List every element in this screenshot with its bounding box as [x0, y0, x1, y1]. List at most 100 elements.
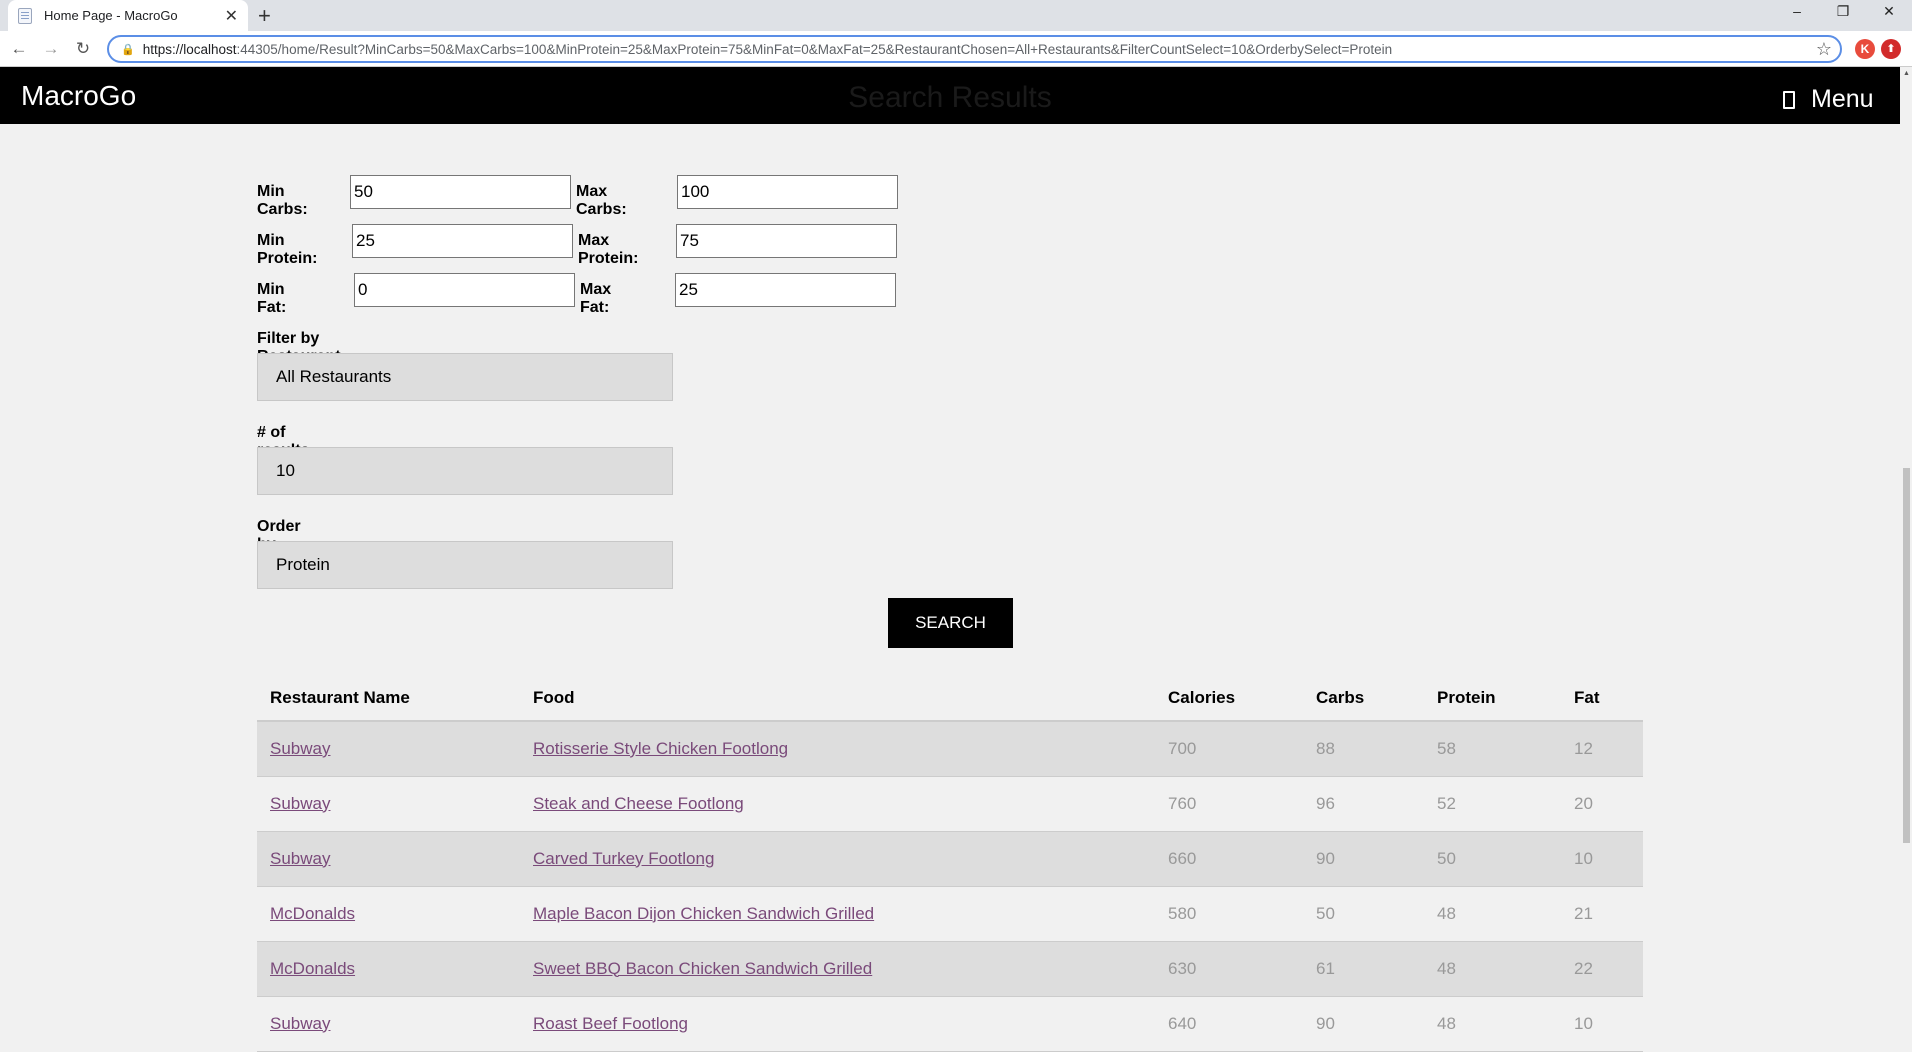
minimize-icon[interactable]: –	[1774, 0, 1820, 25]
table-header-row: Restaurant Name Food Calories Carbs Prot…	[257, 675, 1643, 722]
profile-extension-icon[interactable]: K	[1855, 39, 1875, 59]
restaurant-cell: Subway	[257, 776, 520, 832]
restaurant-cell: McDonalds	[257, 941, 520, 997]
restaurant-cell: Subway	[257, 721, 520, 777]
table-row: Subway Rotisserie Style Chicken Footlong…	[257, 721, 1643, 777]
menu-button[interactable]: Menu	[1783, 85, 1874, 114]
table-row: Subway Roast Beef Footlong 640 90 48 10	[257, 996, 1643, 1052]
food-link[interactable]: Roast Beef Footlong	[533, 1014, 688, 1033]
food-link[interactable]: Steak and Cheese Footlong	[533, 794, 744, 813]
min-fat-label: Min Fat:	[257, 281, 287, 316]
carbs-cell: 90	[1303, 996, 1424, 1052]
calories-cell: 630	[1155, 941, 1303, 997]
food-link[interactable]: Rotisserie Style Chicken Footlong	[533, 739, 788, 758]
bookmark-star-icon[interactable]: ☆	[1816, 39, 1832, 60]
scroll-up-arrow-icon[interactable]: ▲	[1903, 70, 1910, 77]
results-table: Restaurant Name Food Calories Carbs Prot…	[257, 675, 1643, 1052]
protein-cell: 48	[1424, 886, 1561, 942]
food-cell: Maple Bacon Dijon Chicken Sandwich Grill…	[520, 886, 1155, 942]
column-header: Protein	[1424, 675, 1561, 722]
restaurant-link[interactable]: Subway	[270, 849, 330, 868]
result-count-select[interactable]: 10	[257, 447, 673, 495]
extension-icon[interactable]: ⬆	[1881, 39, 1901, 59]
forward-icon[interactable]: →	[38, 39, 64, 59]
protein-cell: 50	[1424, 831, 1561, 887]
calories-cell: 580	[1155, 886, 1303, 942]
food-link[interactable]: Maple Bacon Dijon Chicken Sandwich Grill…	[533, 904, 874, 923]
lock-icon: 🔒	[121, 43, 135, 56]
carbs-cell: 61	[1303, 941, 1424, 997]
food-link[interactable]: Carved Turkey Footlong	[533, 849, 714, 868]
max-fat-input[interactable]	[675, 273, 896, 307]
food-cell: Carved Turkey Footlong	[520, 831, 1155, 887]
fat-cell: 20	[1561, 776, 1643, 832]
table-row: Subway Carved Turkey Footlong 660 90 50 …	[257, 831, 1643, 887]
calories-cell: 660	[1155, 831, 1303, 887]
browser-tab[interactable]: Home Page - MacroGo ✕	[8, 0, 248, 31]
order-by-select[interactable]: Protein	[257, 541, 673, 589]
menu-icon	[1783, 90, 1795, 109]
protein-cell: 58	[1424, 721, 1561, 777]
restaurant-cell: Subway	[257, 996, 520, 1052]
calories-cell: 700	[1155, 721, 1303, 777]
fat-cell: 12	[1561, 721, 1643, 777]
reload-icon[interactable]: ↻	[70, 39, 96, 59]
table-row: McDonalds Maple Bacon Dijon Chicken Sand…	[257, 886, 1643, 942]
min-fat-input[interactable]	[354, 273, 575, 307]
fat-cell: 10	[1561, 996, 1643, 1052]
column-header: Restaurant Name	[257, 675, 520, 722]
page-title: Search Results	[848, 81, 1052, 114]
table-row: Subway Steak and Cheese Footlong 760 96 …	[257, 776, 1643, 832]
food-cell: Steak and Cheese Footlong	[520, 776, 1155, 832]
restaurant-link[interactable]: McDonalds	[270, 959, 355, 978]
window-controls: – ❐ ✕	[1774, 0, 1912, 25]
table-row: McDonalds Sweet BBQ Bacon Chicken Sandwi…	[257, 941, 1643, 997]
address-bar[interactable]: 🔒 https://localhost:44305/home/Result?Mi…	[107, 35, 1842, 63]
restaurant-cell: McDonalds	[257, 886, 520, 942]
carbs-cell: 50	[1303, 886, 1424, 942]
scrollbar-thumb[interactable]	[1903, 468, 1910, 843]
max-carbs-input[interactable]	[677, 175, 898, 209]
max-protein-label: Max Protein:	[578, 232, 639, 267]
menu-label: Menu	[1811, 85, 1874, 113]
url-text: https://localhost:44305/home/Result?MinC…	[143, 42, 1816, 57]
fat-cell: 22	[1561, 941, 1643, 997]
column-header: Food	[520, 675, 1155, 722]
close-window-icon[interactable]: ✕	[1866, 0, 1912, 25]
max-carbs-label: Max Carbs:	[576, 183, 627, 218]
calories-cell: 640	[1155, 996, 1303, 1052]
protein-cell: 48	[1424, 996, 1561, 1052]
food-cell: Roast Beef Footlong	[520, 996, 1155, 1052]
tab-title: Home Page - MacroGo	[44, 8, 178, 23]
url-host: https://localhost	[142, 41, 237, 57]
search-button[interactable]: SEARCH	[888, 598, 1013, 648]
max-protein-input[interactable]	[676, 224, 897, 258]
calories-cell: 760	[1155, 776, 1303, 832]
column-header: Fat	[1561, 675, 1643, 722]
close-tab-icon[interactable]: ✕	[225, 6, 238, 26]
restaurant-cell: Subway	[257, 831, 520, 887]
fat-cell: 10	[1561, 831, 1643, 887]
min-carbs-input[interactable]	[350, 175, 571, 209]
column-header: Calories	[1155, 675, 1303, 722]
restaurant-select[interactable]: All Restaurants	[257, 353, 673, 401]
back-icon[interactable]: ←	[6, 39, 32, 59]
restore-icon[interactable]: ❐	[1820, 0, 1866, 25]
fat-cell: 21	[1561, 886, 1643, 942]
food-cell: Sweet BBQ Bacon Chicken Sandwich Grilled	[520, 941, 1155, 997]
browser-tab-bar: Home Page - MacroGo ✕ + – ❐ ✕	[0, 0, 1912, 31]
restaurant-link[interactable]: Subway	[270, 1014, 330, 1033]
restaurant-link[interactable]: Subway	[270, 739, 330, 758]
site-header: MacroGo Search Results Menu	[0, 67, 1900, 124]
min-carbs-label: Min Carbs:	[257, 183, 308, 218]
food-link[interactable]: Sweet BBQ Bacon Chicken Sandwich Grilled	[533, 959, 872, 978]
min-protein-input[interactable]	[352, 224, 573, 258]
carbs-cell: 88	[1303, 721, 1424, 777]
page-icon	[18, 7, 32, 24]
new-tab-icon[interactable]: +	[258, 3, 271, 29]
max-fat-label: Max Fat:	[580, 281, 612, 316]
carbs-cell: 90	[1303, 831, 1424, 887]
restaurant-link[interactable]: McDonalds	[270, 904, 355, 923]
restaurant-link[interactable]: Subway	[270, 794, 330, 813]
protein-cell: 48	[1424, 941, 1561, 997]
